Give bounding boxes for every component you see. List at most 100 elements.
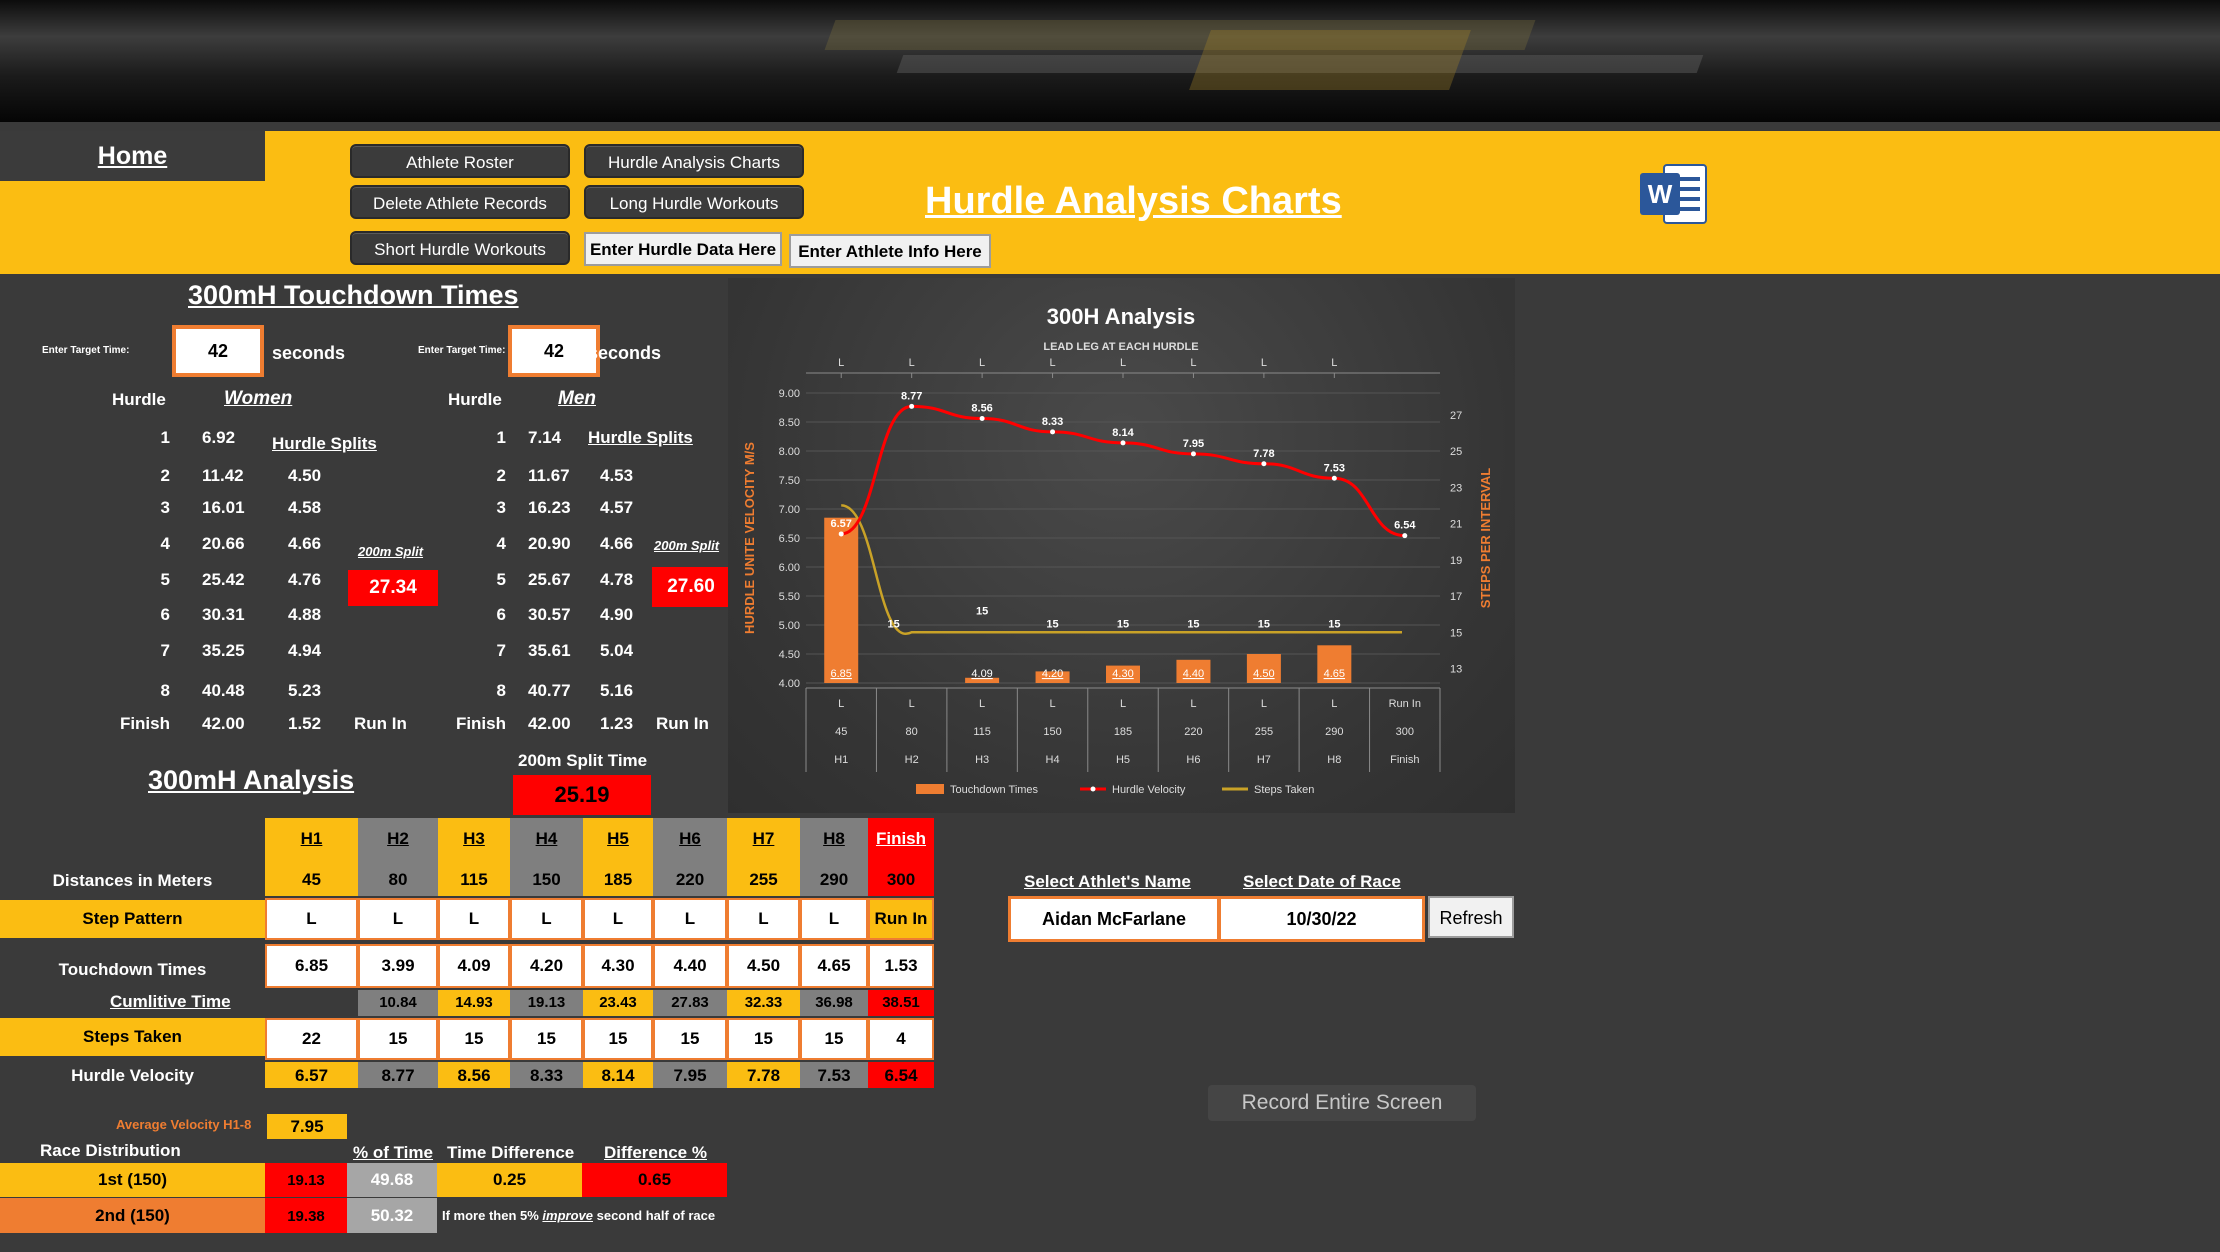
touchdown-time-cell[interactable]: 4.65 (800, 944, 868, 988)
y-left-tick-label: 6.50 (779, 533, 800, 545)
touchdown-time-cell[interactable]: 4.20 (510, 944, 583, 988)
step-pattern-cell[interactable]: L (438, 898, 510, 940)
step-pattern-cell[interactable]: L (265, 898, 358, 940)
top-axis-label: L (909, 357, 915, 369)
steps-taken-cell[interactable]: 15 (583, 1018, 653, 1060)
men-touchdown-time: 35.61 (528, 641, 571, 660)
hurdle-column-header: H5 (583, 818, 653, 860)
men-touchdown-time: 16.23 (528, 498, 571, 517)
steps-value-label: 15 (888, 618, 900, 630)
velocity-point (979, 416, 985, 422)
race-distribution-label: Race Distribution (40, 1141, 181, 1160)
steps-taken-cell[interactable]: 4 (868, 1018, 934, 1060)
steps-taken-cell[interactable]: 15 (438, 1018, 510, 1060)
men-hurdle-split: 4.78 (600, 570, 634, 589)
legend-label: Steps Taken (1254, 784, 1314, 796)
header-banner-image (0, 0, 2220, 122)
distribution-note: If more then 5% improve second half of r… (442, 1208, 715, 1223)
word-icon[interactable]: W (1638, 159, 1710, 229)
velocity-value-label: 8.77 (901, 390, 922, 402)
refresh-button[interactable]: Refresh (1428, 896, 1514, 938)
hurdle-column-header: H2 (358, 818, 438, 860)
difference-pct-value: 0.65 (582, 1163, 727, 1197)
steps-taken-cell[interactable]: 15 (800, 1018, 868, 1060)
step-pattern-cell[interactable]: L (653, 898, 727, 940)
step-pattern-cell[interactable]: L (800, 898, 868, 940)
women-target-input[interactable]: 42 (172, 325, 264, 377)
men-hurdle-number: Finish (455, 714, 506, 733)
hurdle-velocity-line (840, 404, 1405, 538)
touchdown-time-cell[interactable]: 4.40 (653, 944, 727, 988)
svg-text:W: W (1648, 179, 1673, 209)
velocity-value-label: 8.33 (1042, 416, 1063, 428)
athlete-roster-button[interactable]: Athlete Roster (350, 144, 570, 178)
women-touchdown-time: 30.31 (202, 605, 245, 624)
hurdle-column-header: H8 (800, 818, 868, 860)
step-pattern-cell[interactable]: L (727, 898, 800, 940)
enter-hurdle-data-button[interactable]: Enter Hurdle Data Here (584, 232, 782, 266)
legend-bar-swatch (916, 784, 944, 794)
touchdown-time-cell[interactable]: 3.99 (358, 944, 438, 988)
category-leg-label: L (1049, 698, 1055, 710)
men-hurdle-header: Hurdle (448, 390, 502, 409)
women-touchdown-time: 25.42 (202, 570, 245, 589)
women-hurdle-number: 4 (160, 534, 170, 553)
women-hurdle-number: 5 (160, 570, 170, 589)
men-target-input[interactable]: 42 (508, 325, 600, 377)
race-date-select[interactable]: 10/30/22 (1218, 896, 1425, 942)
bar-value-label: 4.09 (971, 668, 992, 680)
touchdown-time-cell[interactable]: 4.09 (438, 944, 510, 988)
steps-taken-cell[interactable]: 15 (510, 1018, 583, 1060)
distance-cell: 45 (265, 860, 358, 896)
y-left-tick-label: 7.50 (779, 475, 800, 487)
hurdle-velocity-cell: 8.56 (438, 1062, 510, 1088)
y-right-tick-label: 21 (1450, 519, 1462, 531)
enter-athlete-info-button[interactable]: Enter Athlete Info Here (789, 234, 991, 268)
men-touchdown-time: 11.67 (528, 466, 570, 485)
touchdown-time-cell[interactable]: 4.50 (727, 944, 800, 988)
men-hurdle-split: 5.04 (600, 641, 634, 660)
category-leg-label: L (838, 698, 844, 710)
men-target-label: Enter Target Time: (418, 345, 506, 356)
first-half-pct: 49.68 (347, 1163, 437, 1197)
delete-athlete-records-button[interactable]: Delete Athlete Records (350, 185, 570, 219)
hurdle-column-header: H6 (653, 818, 727, 860)
note-suffix: second half of race (593, 1208, 716, 1223)
steps-taken-cell[interactable]: 15 (358, 1018, 438, 1060)
home-link[interactable]: Home (0, 131, 265, 181)
steps-taken-cell[interactable]: 22 (265, 1018, 358, 1060)
top-axis-label: L (1049, 357, 1055, 369)
hurdle-velocity-cell: 7.53 (800, 1062, 868, 1088)
men-hurdle-split: 4.66 (600, 534, 634, 553)
step-pattern-cell[interactable]: L (358, 898, 438, 940)
long-hurdle-workouts-button[interactable]: Long Hurdle Workouts (584, 185, 804, 219)
hurdle-analysis-charts-button[interactable]: Hurdle Analysis Charts (584, 144, 804, 178)
bar-value-label: 4.50 (1253, 668, 1274, 680)
hurdle-velocity-cell: 8.77 (358, 1062, 438, 1088)
bar-value-label: 6.85 (831, 668, 852, 680)
steps-taken-cell[interactable]: 15 (727, 1018, 800, 1060)
touchdown-time-cell[interactable]: 1.53 (868, 944, 934, 988)
step-pattern-cell[interactable]: Run In (868, 898, 934, 940)
women-hurdle-number: 3 (160, 498, 170, 517)
cumulative-time-cell: 10.84 (358, 990, 438, 1016)
step-pattern-cell[interactable]: L (583, 898, 653, 940)
short-hurdle-workouts-button[interactable]: Short Hurdle Workouts (350, 231, 570, 265)
athlete-name-select[interactable]: Aidan McFarlane (1008, 896, 1220, 942)
touchdown-time-cell[interactable]: 4.30 (583, 944, 653, 988)
velocity-value-label: 7.95 (1183, 438, 1204, 450)
men-hurdle-number: 4 (496, 534, 506, 553)
category-name-label: H7 (1257, 754, 1271, 766)
distance-cell: 255 (727, 860, 800, 896)
touchdown-time-cell[interactable]: 6.85 (265, 944, 358, 988)
women-hurdle-split: 4.76 (288, 570, 322, 589)
record-screen-button[interactable]: Record Entire Screen (1208, 1085, 1476, 1121)
y-right-tick-label: 17 (1450, 591, 1462, 603)
steps-value-label: 15 (1046, 618, 1058, 630)
hurdle-velocity-cell: 8.33 (510, 1062, 583, 1088)
velocity-point (1402, 533, 1408, 539)
steps-taken-cell[interactable]: 15 (653, 1018, 727, 1060)
step-pattern-cell[interactable]: L (510, 898, 583, 940)
women-hurdle-split: 4.88 (288, 605, 322, 624)
men-touchdown-time: 25.67 (528, 570, 571, 589)
